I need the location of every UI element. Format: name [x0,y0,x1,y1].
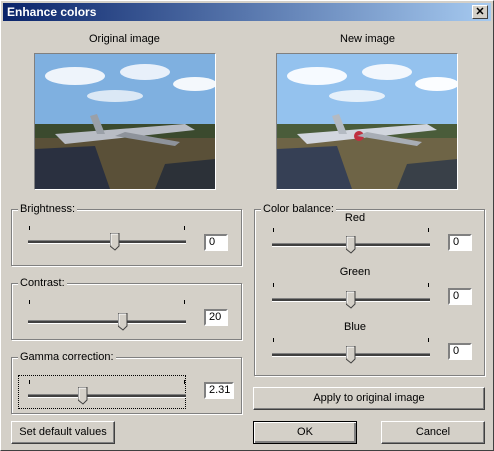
original-image-label: Original image [89,33,160,45]
color-balance-group: Color balance: Red 0 Green 0 Blue 0 [254,203,485,376]
set-default-values-button[interactable]: Set default values [11,421,115,444]
contrast-group: Contrast: 20 [11,277,242,340]
cancel-button[interactable]: Cancel [381,421,485,444]
blue-slider-thumb[interactable] [345,345,356,364]
gamma-title: Gamma correction: [18,351,116,363]
green-value-field[interactable]: 0 [448,288,472,305]
ok-button[interactable]: OK [253,421,357,444]
gamma-focus-rect [18,375,186,409]
green-tick-min [273,283,274,287]
blue-tick-max [428,338,429,342]
blue-label: Blue [343,321,367,333]
red-value-field[interactable]: 0 [448,234,472,251]
apply-to-original-button[interactable]: Apply to original image [253,387,485,410]
brightness-group: Brightness: 0 [11,203,242,266]
contrast-tick-max [184,300,185,304]
contrast-value-field[interactable]: 20 [204,309,228,326]
brightness-value-field[interactable]: 0 [204,234,228,251]
brightness-title: Brightness: [18,203,78,215]
gamma-slider-track[interactable] [28,394,186,398]
contrast-title: Contrast: [18,277,67,289]
contrast-slider-thumb[interactable] [117,312,128,331]
green-tick-max [428,283,429,287]
brightness-tick-min [29,226,30,230]
gamma-group: Gamma correction: 2.31 [11,351,242,414]
blue-value-field[interactable]: 0 [448,343,472,360]
brightness-slider-thumb[interactable] [109,232,120,251]
close-button[interactable]: ✕ [472,5,488,19]
green-label: Green [339,266,371,278]
title-bar[interactable]: Enhance colors ✕ [3,3,491,21]
gamma-tick-min [29,380,30,384]
red-slider-thumb[interactable] [345,235,356,254]
dialog-window: Enhance colors ✕ Original image New imag… [0,0,494,451]
gamma-tick-max [184,380,185,384]
green-slider-thumb[interactable] [345,290,356,309]
gamma-value-field[interactable]: 2.31 [204,382,234,399]
red-tick-max [428,228,429,232]
red-tick-min [273,228,274,232]
original-image-preview [34,53,216,190]
new-image-label: New image [340,33,396,45]
dialog-title: Enhance colors [7,5,97,19]
new-image-preview [276,53,458,190]
brightness-tick-max [184,226,185,230]
contrast-slider-track[interactable] [28,320,186,324]
red-label: Red [344,212,366,224]
contrast-tick-min [29,300,30,304]
blue-tick-min [273,338,274,342]
brightness-slider-track[interactable] [28,240,186,244]
gamma-slider-thumb[interactable] [77,386,88,405]
